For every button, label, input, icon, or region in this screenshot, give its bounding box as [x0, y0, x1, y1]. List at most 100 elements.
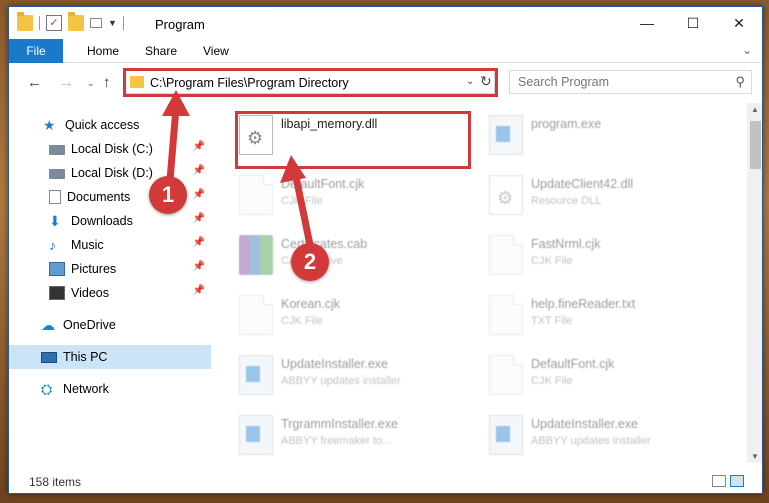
sidebar-item-videos[interactable]: Videos 📌	[9, 281, 211, 305]
file-highlight	[235, 111, 471, 169]
file-type: CJK File	[531, 375, 573, 387]
maximize-button[interactable]: ☐	[670, 7, 716, 39]
navigation-pane: ★ Quick access Local Disk (C:) 📌 Local D…	[9, 103, 211, 463]
properties-icon[interactable]: ✓	[46, 15, 62, 31]
sidebar-item-label: Downloads	[71, 214, 133, 228]
expand-ribbon-icon[interactable]: ⌄	[742, 43, 752, 57]
sidebar-item-label: OneDrive	[63, 318, 116, 332]
file-item[interactable]: DefaultFont.cjk CJK File	[219, 167, 459, 223]
file-icon	[489, 235, 523, 275]
file-type: TXT File	[531, 315, 573, 327]
search-icon[interactable]: ⚲	[735, 74, 745, 90]
sidebar-item-this-pc[interactable]: This PC	[9, 345, 211, 369]
scrollbar-thumb[interactable]	[750, 121, 761, 169]
application-icon	[489, 415, 523, 455]
search-input[interactable]	[518, 75, 718, 89]
file-item[interactable]: ⚙ UpdateClient42.dll Resource DLL	[469, 167, 709, 223]
sidebar-item-onedrive[interactable]: ☁ OneDrive	[9, 313, 211, 337]
file-item[interactable]: help.fineReader.txt TXT File	[469, 287, 709, 343]
scroll-down-icon[interactable]: ▼	[751, 452, 759, 461]
vertical-scrollbar[interactable]: ▲ ▼	[747, 103, 762, 463]
pin-icon[interactable]: 📌	[193, 261, 205, 272]
tab-share[interactable]: Share	[131, 39, 191, 63]
qat-dropdown-icon[interactable]: ▼	[108, 18, 117, 28]
sidebar-item-label: This PC	[63, 350, 108, 364]
sidebar-item-local-disk-c[interactable]: Local Disk (C:) 📌	[9, 137, 211, 161]
view-toggle	[712, 475, 744, 487]
file-name: UpdateInstaller.exe	[531, 417, 639, 431]
pin-icon[interactable]: 📌	[193, 237, 205, 248]
file-type: CJK File	[531, 255, 573, 267]
back-button[interactable]: ←	[27, 74, 42, 91]
file-item[interactable]: Korean.cjk CJK File	[219, 287, 459, 343]
folder-icon	[17, 12, 33, 31]
details-view-icon[interactable]	[712, 475, 726, 487]
recent-locations-icon[interactable]: ⌄	[87, 78, 95, 89]
item-count: 158 items	[29, 475, 82, 489]
file-name: TrgrammInstaller.exe	[281, 417, 398, 431]
ribbon-tabs: File Home Share View ⌄	[9, 39, 762, 63]
toolbar-divider	[39, 16, 40, 30]
file-item[interactable]: TrgrammInstaller.exe ABBYY freemaker to.…	[219, 407, 459, 463]
quick-access-toolbar: ✓ ▼	[17, 12, 124, 31]
file-name: help.fineReader.txt	[531, 297, 636, 311]
tab-view[interactable]: View	[189, 39, 243, 63]
forward-button[interactable]: →	[59, 74, 74, 91]
address-row: ← → ⌄ ↑ C:\Program Files\Program Directo…	[9, 64, 762, 100]
file-item[interactable]: program.exe	[469, 107, 709, 163]
file-item[interactable]: UpdateInstaller.exe ABBYY updates instal…	[219, 347, 459, 403]
file-name: Korean.cjk	[281, 297, 341, 311]
sidebar-item-network[interactable]: ⛭ Network	[9, 377, 211, 401]
window-controls: — ☐ ✕	[624, 7, 762, 39]
file-item[interactable]: Certificates.cab CAB Archive	[219, 227, 459, 283]
sidebar-item-music[interactable]: ♪ Music 📌	[9, 233, 211, 257]
pin-icon[interactable]: 📌	[193, 213, 205, 224]
sidebar-item-label: Pictures	[71, 262, 117, 276]
application-icon	[489, 115, 523, 155]
close-button[interactable]: ✕	[716, 7, 762, 39]
sidebar-item-label: Music	[71, 238, 104, 252]
large-icons-view-icon[interactable]	[730, 475, 744, 487]
file-icon	[489, 355, 523, 395]
file-item[interactable]: UpdateInstaller.exe ABBYY updates instal…	[469, 407, 709, 463]
scroll-up-icon[interactable]: ▲	[751, 105, 759, 114]
pin-icon[interactable]: 📌	[193, 189, 205, 200]
sidebar-item-label: Videos	[71, 286, 109, 300]
downloads-icon: ⬇	[49, 213, 61, 229]
sidebar-item-pictures[interactable]: Pictures 📌	[9, 257, 211, 281]
file-name: UpdateClient42.dll	[531, 177, 634, 191]
this-pc-icon	[41, 351, 57, 363]
sidebar-item-quick-access[interactable]: ★ Quick access	[9, 113, 211, 137]
archive-icon	[239, 235, 273, 275]
network-icon: ⛭	[41, 381, 53, 397]
pin-icon[interactable]: 📌	[193, 141, 205, 152]
file-name: program.exe	[531, 117, 602, 131]
application-icon	[239, 415, 273, 455]
window-title: Program	[155, 17, 205, 32]
new-folder-icon[interactable]	[68, 12, 84, 31]
tab-file[interactable]: File	[9, 39, 63, 63]
pictures-icon	[49, 262, 65, 276]
minimize-button[interactable]: —	[624, 7, 670, 39]
sidebar-item-label: Documents	[67, 190, 131, 204]
onedrive-icon: ☁	[41, 317, 55, 333]
customize-icon[interactable]	[90, 18, 102, 28]
sidebar-item-label: Local Disk (D:)	[71, 166, 153, 180]
status-bar: 158 items	[9, 469, 762, 493]
pin-icon[interactable]: 📌	[193, 285, 205, 296]
step-1-callout: 1	[149, 176, 187, 214]
sidebar-item-downloads[interactable]: ⬇ Downloads 📌	[9, 209, 211, 233]
search-box[interactable]: ⚲	[509, 70, 752, 94]
sidebar-item-label: Local Disk (C:)	[71, 142, 153, 156]
music-icon: ♪	[49, 237, 56, 253]
videos-icon	[49, 286, 65, 300]
file-name: DefaultFont.cjk	[531, 357, 615, 371]
tab-home[interactable]: Home	[73, 39, 133, 63]
file-item[interactable]: DefaultFont.cjk CJK File	[469, 347, 709, 403]
step-2-callout: 2	[291, 243, 329, 281]
pin-icon[interactable]: 📌	[193, 165, 205, 176]
disk-icon	[49, 169, 65, 179]
application-icon	[239, 355, 273, 395]
up-button[interactable]: ↑	[103, 74, 111, 91]
file-item[interactable]: FastNrml.cjk CJK File	[469, 227, 709, 283]
